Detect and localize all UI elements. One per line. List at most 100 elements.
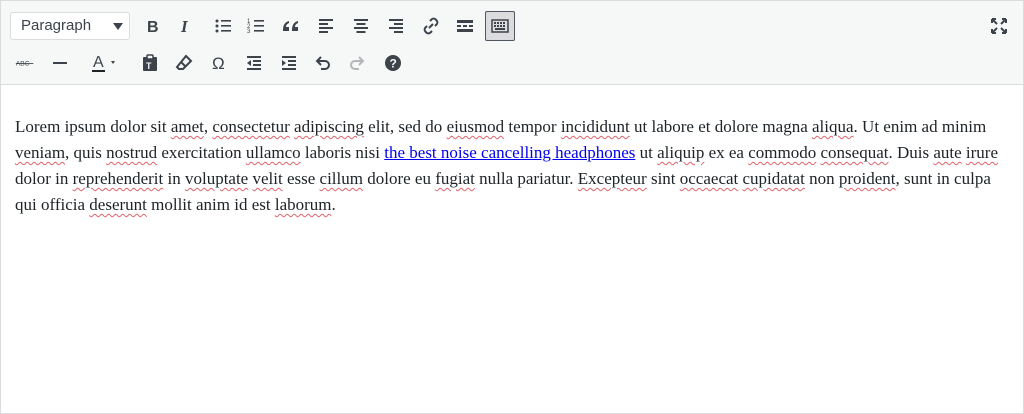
strikethrough-label: ABC [16, 61, 30, 68]
misspelled-word[interactable]: eiusmod [447, 117, 505, 136]
bullet-list-button[interactable] [208, 11, 238, 41]
outdent-button[interactable] [239, 48, 269, 78]
svg-text:3: 3 [247, 29, 251, 35]
chevron-down-icon [111, 61, 115, 64]
text-run: laboris nisi [300, 143, 385, 162]
misspelled-word[interactable]: ullamco [246, 143, 301, 162]
fullscreen-icon [991, 18, 1007, 34]
text-run: Lorem ipsum dolor sit [15, 117, 171, 136]
indent-icon [282, 56, 296, 70]
strikethrough-icon: ABC [15, 61, 34, 68]
text-run: ut [635, 143, 658, 162]
text-run: dolore eu [362, 169, 436, 188]
text-run: esse [282, 169, 320, 188]
text-color-button[interactable]: A [81, 48, 127, 78]
link-icon [423, 17, 439, 35]
misspelled-word[interactable]: amet [171, 117, 204, 136]
format-select[interactable]: Paragraph [10, 12, 130, 40]
text-run: in [163, 169, 185, 188]
text-run: . Ut enim ad minim [853, 117, 987, 136]
redo-button[interactable] [342, 48, 372, 78]
editor-content[interactable]: Lorem ipsum dolor sit amet, consectetur … [15, 114, 1011, 218]
text-color-letter: A [93, 54, 104, 71]
misspelled-word[interactable]: velit [252, 169, 282, 188]
misspelled-word[interactable]: veniam [15, 143, 65, 162]
numbered-list-icon: 123 [247, 19, 264, 35]
help-icon: ? [385, 55, 401, 71]
paste-as-text-button[interactable]: T [135, 48, 165, 78]
text-run: , quis [65, 143, 107, 162]
misspelled-word[interactable]: irure [966, 143, 998, 162]
text-run: mollit anim id est [146, 195, 275, 214]
align-center-icon [354, 19, 368, 33]
text-run: nulla pariatur. [474, 169, 578, 188]
text-run: . Duis [888, 143, 934, 162]
svg-text:T: T [146, 61, 152, 71]
clear-formatting-button[interactable] [169, 48, 199, 78]
text-run: exercitation [157, 143, 246, 162]
misspelled-word[interactable]: aliquip [657, 143, 704, 162]
misspelled-word[interactable]: occaecat [680, 169, 739, 188]
numbered-list-button[interactable]: 123 [241, 11, 271, 41]
horizontal-line-button[interactable] [45, 48, 75, 78]
misspelled-word[interactable]: consectetur [212, 117, 289, 136]
text-run: ex ea [704, 143, 749, 162]
text-run: tempor [504, 117, 561, 136]
undo-button[interactable] [308, 48, 338, 78]
misspelled-word[interactable]: laborum [275, 195, 332, 214]
misspelled-word[interactable]: nostrud [106, 143, 157, 162]
omega-glyph: Ω [212, 54, 225, 73]
outdent-icon [247, 56, 261, 70]
horizontal-line-icon [53, 62, 67, 64]
text-run: dolor in [15, 169, 73, 188]
blockquote-icon [283, 21, 298, 31]
align-left-icon [319, 19, 333, 33]
misspelled-word[interactable]: commodo [748, 143, 816, 162]
misspelled-word[interactable]: proident [839, 169, 896, 188]
misspelled-word[interactable]: consequat [820, 143, 888, 162]
blockquote-button[interactable] [276, 11, 306, 41]
strikethrough-button[interactable]: ABC [10, 48, 40, 78]
help-button[interactable]: ? [378, 48, 408, 78]
misspelled-word[interactable]: deserunt [89, 195, 147, 214]
misspelled-word[interactable]: Excepteur [578, 169, 647, 188]
italic-icon: I [180, 17, 189, 36]
clear-formatting-icon [175, 54, 193, 70]
indent-button[interactable] [274, 48, 304, 78]
editor-toolbar: Paragraph B I 123 ABC A T Ω ? [1, 1, 1023, 85]
help-glyph: ? [390, 57, 397, 71]
misspelled-word[interactable]: adipiscing [294, 117, 364, 136]
misspelled-word[interactable]: cillum [320, 169, 363, 188]
svg-text:B: B [147, 19, 159, 36]
align-right-icon [389, 19, 403, 33]
text-color-icon: A [92, 54, 115, 72]
bullet-list-icon [215, 19, 231, 33]
italic-button[interactable]: I [171, 11, 201, 41]
content-paragraph[interactable]: Lorem ipsum dolor sit amet, consectetur … [15, 114, 1011, 218]
redo-icon [350, 56, 365, 70]
misspelled-word[interactable]: aliqua [812, 117, 854, 136]
misspelled-word[interactable]: reprehenderit [73, 169, 164, 188]
read-more-button[interactable] [450, 11, 480, 41]
align-right-button[interactable] [381, 11, 411, 41]
svg-text:I: I [180, 17, 189, 36]
paste-text-icon: T [143, 54, 157, 71]
align-center-button[interactable] [346, 11, 376, 41]
misspelled-word[interactable]: aute [933, 143, 961, 162]
align-left-button[interactable] [311, 11, 341, 41]
toolbar-toggle-button[interactable] [485, 11, 515, 41]
classic-editor: Paragraph B I 123 ABC A T Ω ? Lorem ipsu… [0, 0, 1024, 414]
text-run: non [804, 169, 839, 188]
bold-button[interactable]: B [138, 11, 168, 41]
content-link[interactable]: the best noise cancelling headphones [384, 143, 635, 162]
misspelled-word[interactable]: voluptate [185, 169, 248, 188]
misspelled-word[interactable]: cupidatat [743, 169, 805, 188]
insert-link-button[interactable] [416, 11, 446, 41]
special-character-button[interactable]: Ω [204, 48, 234, 78]
misspelled-word[interactable]: fugiat [435, 169, 475, 188]
misspelled-word[interactable]: incididunt [561, 117, 630, 136]
fullscreen-button[interactable] [984, 11, 1014, 41]
omega-icon: Ω [212, 54, 225, 73]
text-run: ut labore et dolore magna [629, 117, 812, 136]
chevron-down-icon [113, 23, 123, 30]
